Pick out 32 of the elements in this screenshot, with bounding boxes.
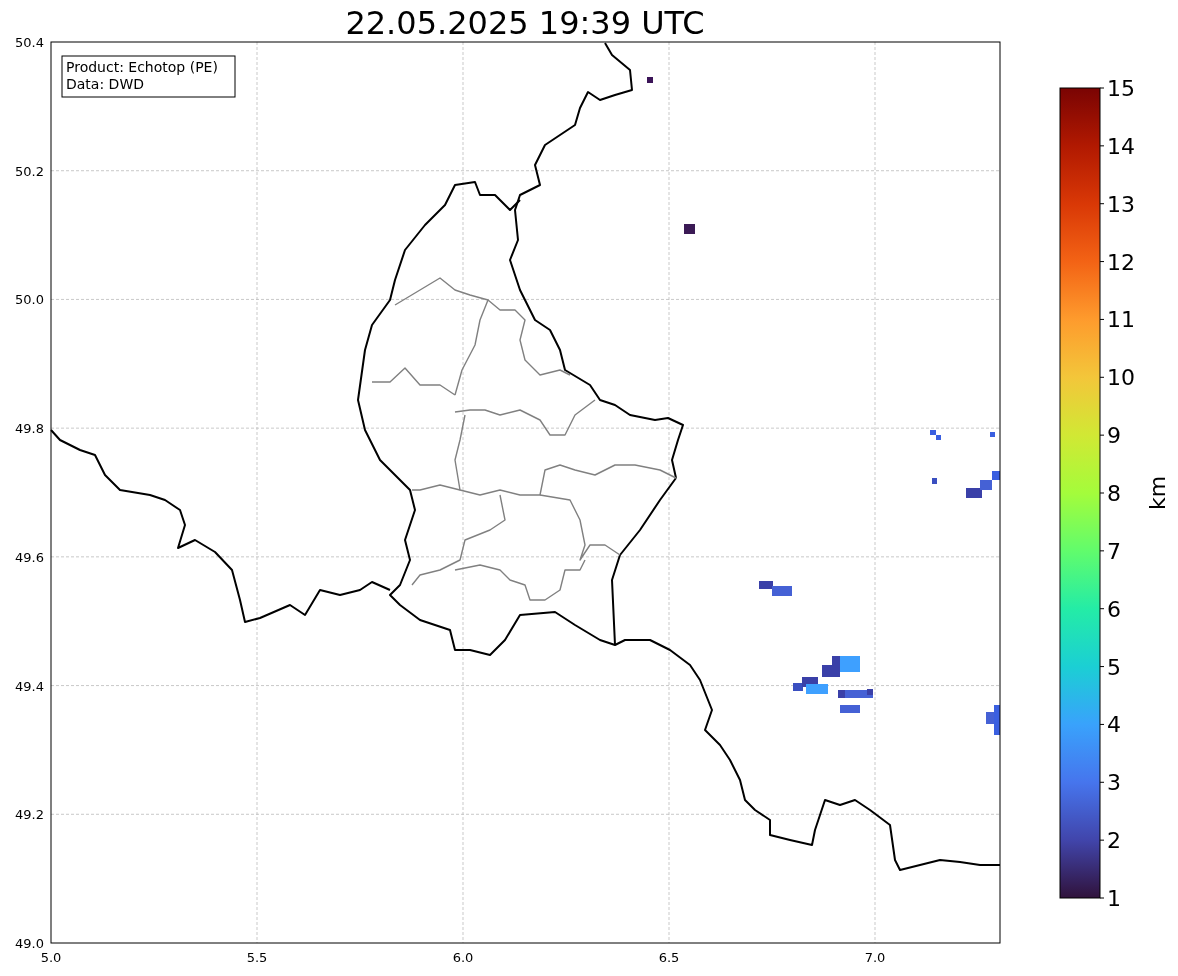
colorbar-tick-label: 5 <box>1107 654 1121 680</box>
x-tick-label: 5.5 <box>246 950 268 965</box>
colorbar-tick-label: 15 <box>1107 76 1135 101</box>
x-tick-label: 7.0 <box>864 950 886 965</box>
x-tick-label: 5.0 <box>40 950 62 965</box>
colorbar-tick-label: 10 <box>1107 365 1135 391</box>
y-tick-label: 49.8 <box>15 421 44 437</box>
colorbar-tick-label: 2 <box>1107 828 1121 854</box>
info-text: Data: DWD <box>66 76 144 92</box>
colorbar-tick-label: 9 <box>1107 423 1121 449</box>
colorbar-tick-label: 8 <box>1107 481 1121 506</box>
x-tick-label: 6.5 <box>658 950 680 965</box>
y-tick-label: 49.6 <box>15 549 44 565</box>
colorbar-tick-label: 1 <box>1107 886 1121 911</box>
colorbar-label: km <box>1145 475 1170 511</box>
colorbar-tick-label: 14 <box>1107 133 1135 159</box>
colorbar-tick-label: 7 <box>1107 538 1121 564</box>
colorbar-tick-label: 11 <box>1107 307 1135 333</box>
y-tick-label: 50.0 <box>15 292 44 308</box>
y-tick-label: 49.4 <box>15 678 44 694</box>
colorbar-tick-label: 13 <box>1107 191 1135 217</box>
colorbar-tick-label: 6 <box>1107 596 1121 622</box>
info-text: Product: Echotop (PE) <box>66 59 218 75</box>
y-tick-label: 49.2 <box>15 807 44 823</box>
y-tick-label: 49.0 <box>15 936 44 951</box>
colorbar-tick-label: 3 <box>1107 770 1121 796</box>
y-tick-label: 50.2 <box>15 163 44 179</box>
y-tick-label: 50.4 <box>15 35 44 50</box>
colorbar-tick-label: 12 <box>1107 249 1135 275</box>
chart-title: 22.05.2025 19:39 UTC <box>345 4 705 42</box>
colorbar-tick-label: 4 <box>1107 712 1121 738</box>
x-tick-label: 6.0 <box>452 950 474 965</box>
